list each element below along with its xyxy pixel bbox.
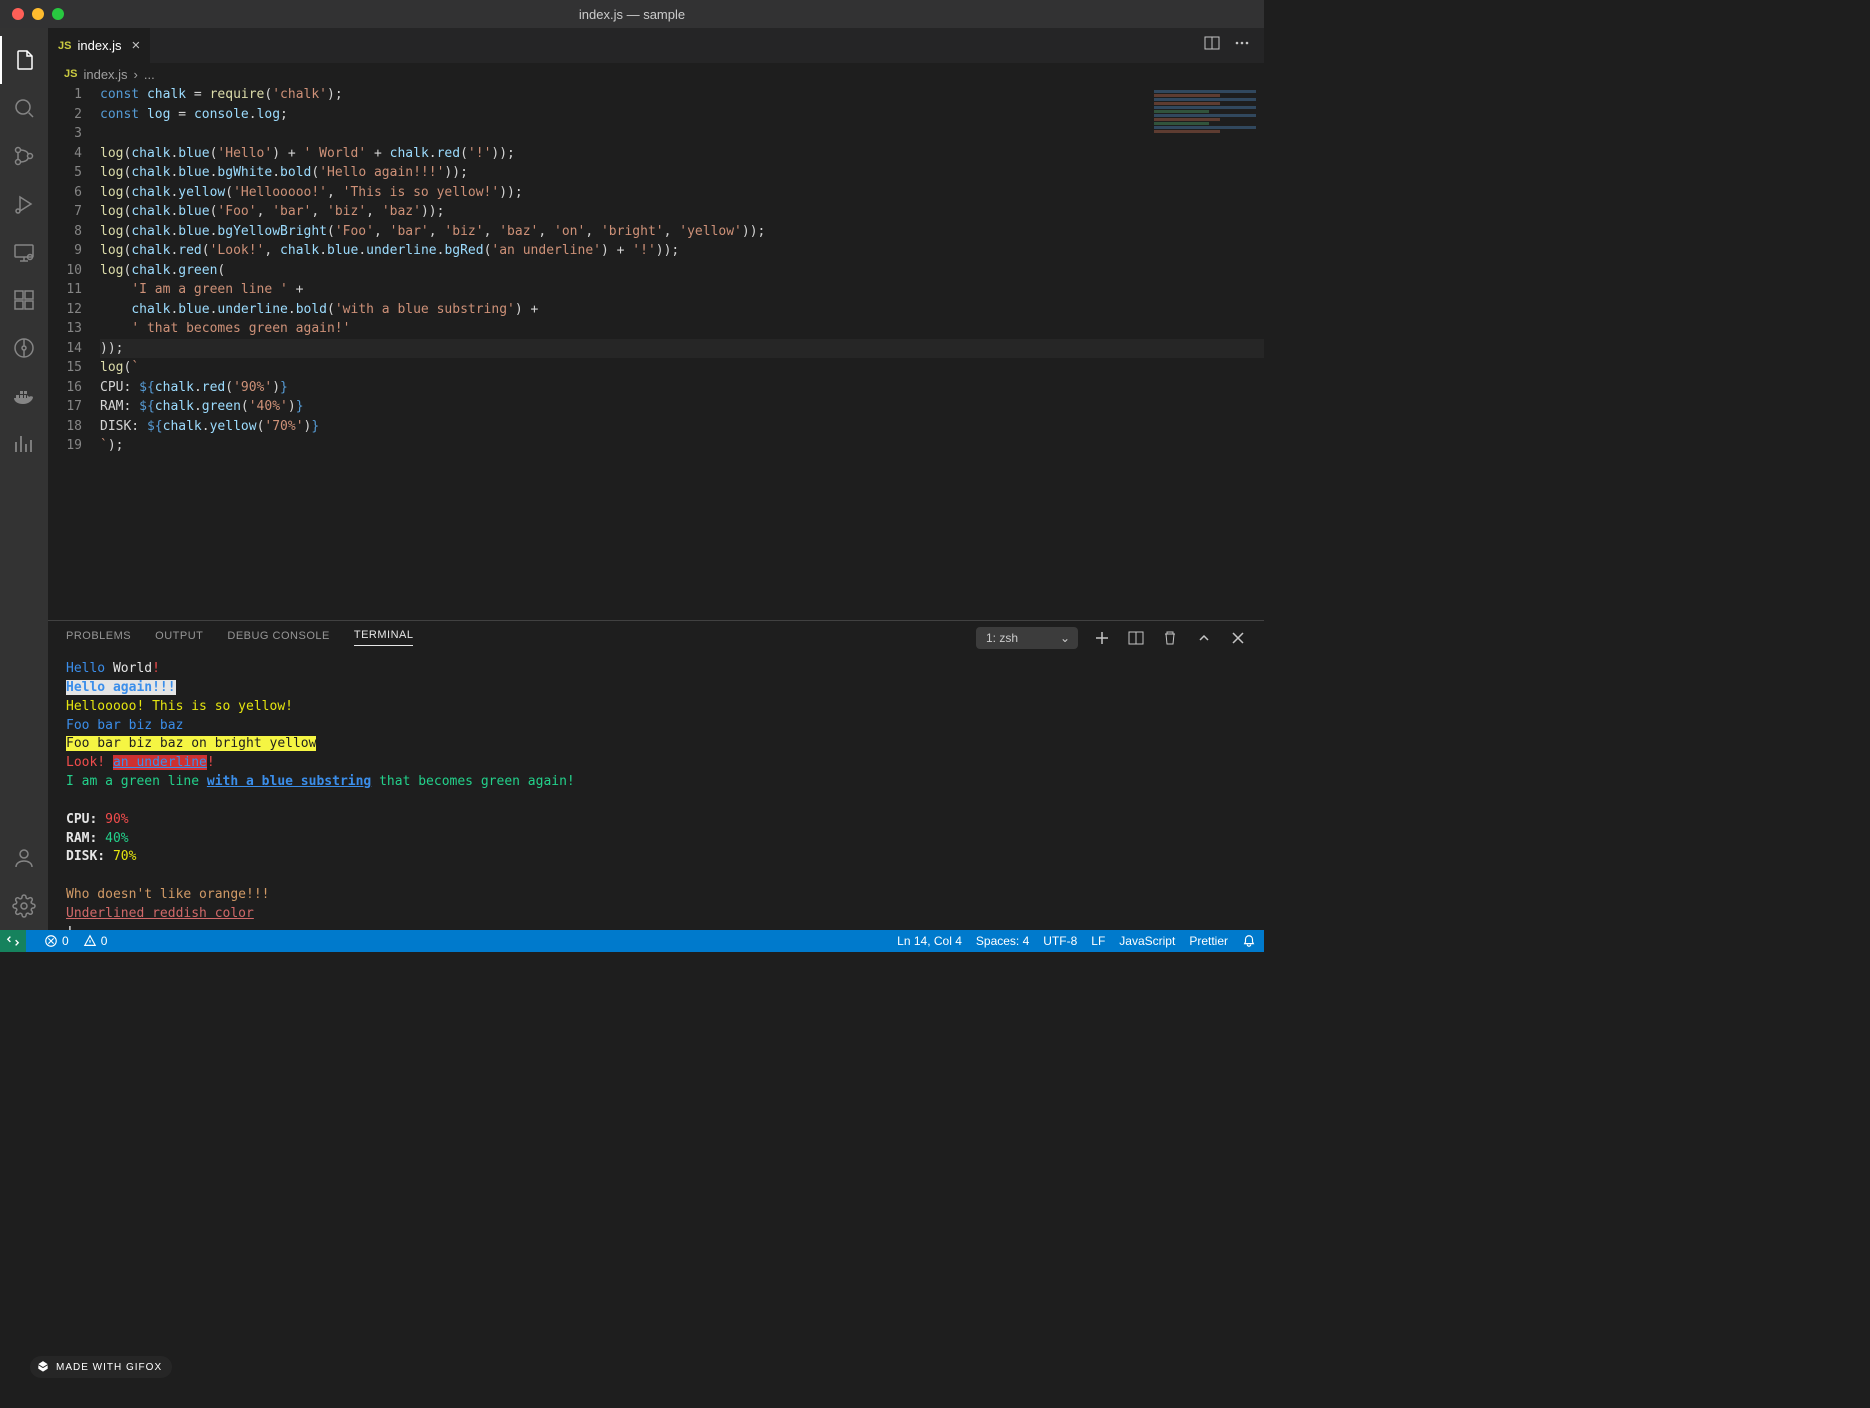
term-text: Hello again!!! [66,680,176,695]
gifox-watermark: MADE WITH GIFOX [30,1356,172,1378]
titlebar: index.js — sample [0,0,1264,28]
term-text: Foo bar biz baz [66,718,183,733]
term-text: World [105,661,152,676]
term-text: Who doesn't like orange!!! [66,887,270,902]
tab-output[interactable]: OUTPUT [155,630,203,646]
term-text: ! [207,755,215,770]
bottom-panel: PROBLEMS OUTPUT DEBUG CONSOLE TERMINAL 1… [48,620,1264,930]
terminal-shell-name: 1: zsh [986,631,1018,645]
cursor-position[interactable]: Ln 14, Col 4 [897,934,962,948]
window-title: index.js — sample [579,7,685,22]
breadcrumb-separator: › [134,67,138,82]
close-window-button[interactable] [12,8,24,20]
accounts-icon[interactable] [0,834,48,882]
breadcrumb-more: ... [144,67,155,82]
term-text: DISK: [66,849,113,864]
formatter[interactable]: Prettier [1189,934,1228,948]
more-actions-icon[interactable] [1234,35,1250,56]
kill-terminal-icon[interactable] [1162,630,1178,646]
term-text: an underline [113,755,207,770]
terminal-selector[interactable]: 1: zsh ⌄ [976,627,1078,649]
gitlens-icon[interactable] [0,324,48,372]
run-debug-icon[interactable] [0,180,48,228]
line-numbers: 12345678910111213141516171819 [48,85,100,620]
minimap[interactable] [1150,89,1260,159]
term-text: 70% [113,849,136,864]
notifications-icon[interactable] [1242,934,1256,948]
term-text: with a blue substring [207,774,371,789]
maximize-window-button[interactable] [52,8,64,20]
breadcrumb-file: index.js [83,67,127,82]
term-text: that becomes green again! [371,774,575,789]
language-mode[interactable]: JavaScript [1119,934,1175,948]
breadcrumb[interactable]: JS index.js › ... [48,63,1264,85]
tab-index-js[interactable]: JS index.js × [48,28,151,63]
tab-terminal[interactable]: TERMINAL [354,629,414,646]
encoding[interactable]: UTF-8 [1043,934,1077,948]
split-terminal-icon[interactable] [1128,630,1144,646]
errors-count[interactable]: 0 [44,934,69,948]
activity-bar [0,28,48,930]
terminal-output[interactable]: Hello World! Hello again!!! Hellooooo! T… [48,654,1264,930]
remote-indicator[interactable] [0,930,26,952]
js-file-icon: JS [64,68,77,80]
status-bar: 0 0 Ln 14, Col 4 Spaces: 4 UTF-8 LF Java… [0,930,1264,952]
chevron-down-icon: ⌄ [1060,631,1070,645]
tab-problems[interactable]: PROBLEMS [66,630,131,646]
term-text: Look! [66,755,113,770]
term-text: Underlined reddish color [66,906,254,921]
settings-gear-icon[interactable] [0,882,48,930]
remote-explorer-icon[interactable] [0,228,48,276]
warnings-count[interactable]: 0 [83,934,108,948]
term-text: Hellooooo! This is so yellow! [66,699,293,714]
maximize-panel-icon[interactable] [1196,630,1212,646]
docker-icon[interactable] [0,372,48,420]
explorer-icon[interactable] [0,36,48,84]
term-text: 90% [105,812,128,827]
source-control-icon[interactable] [0,132,48,180]
term-text: Hello [66,661,105,676]
tab-debug-console[interactable]: DEBUG CONSOLE [227,630,329,646]
search-icon[interactable] [0,84,48,132]
term-text: CPU: [66,812,105,827]
window-controls [0,8,64,20]
term-text: RAM: [66,831,105,846]
new-terminal-icon[interactable] [1094,630,1110,646]
editor-tabs: JS index.js × [48,28,1264,63]
eol[interactable]: LF [1091,934,1105,948]
term-text: 40% [105,831,128,846]
code-editor[interactable]: 12345678910111213141516171819 const chal… [48,85,1264,620]
close-tab-icon[interactable]: × [132,37,141,54]
close-panel-icon[interactable] [1230,630,1246,646]
minimize-window-button[interactable] [32,8,44,20]
js-file-icon: JS [58,40,71,52]
term-text: I am a green line [66,774,207,789]
term-text: ! [152,661,160,676]
code-content[interactable]: const chalk = require('chalk');const log… [100,85,1264,620]
term-text: Foo bar biz baz on bright yellow [66,736,316,751]
stats-icon[interactable] [0,420,48,468]
split-editor-icon[interactable] [1204,35,1220,56]
extensions-icon[interactable] [0,276,48,324]
indentation[interactable]: Spaces: 4 [976,934,1029,948]
tab-filename: index.js [77,38,121,53]
